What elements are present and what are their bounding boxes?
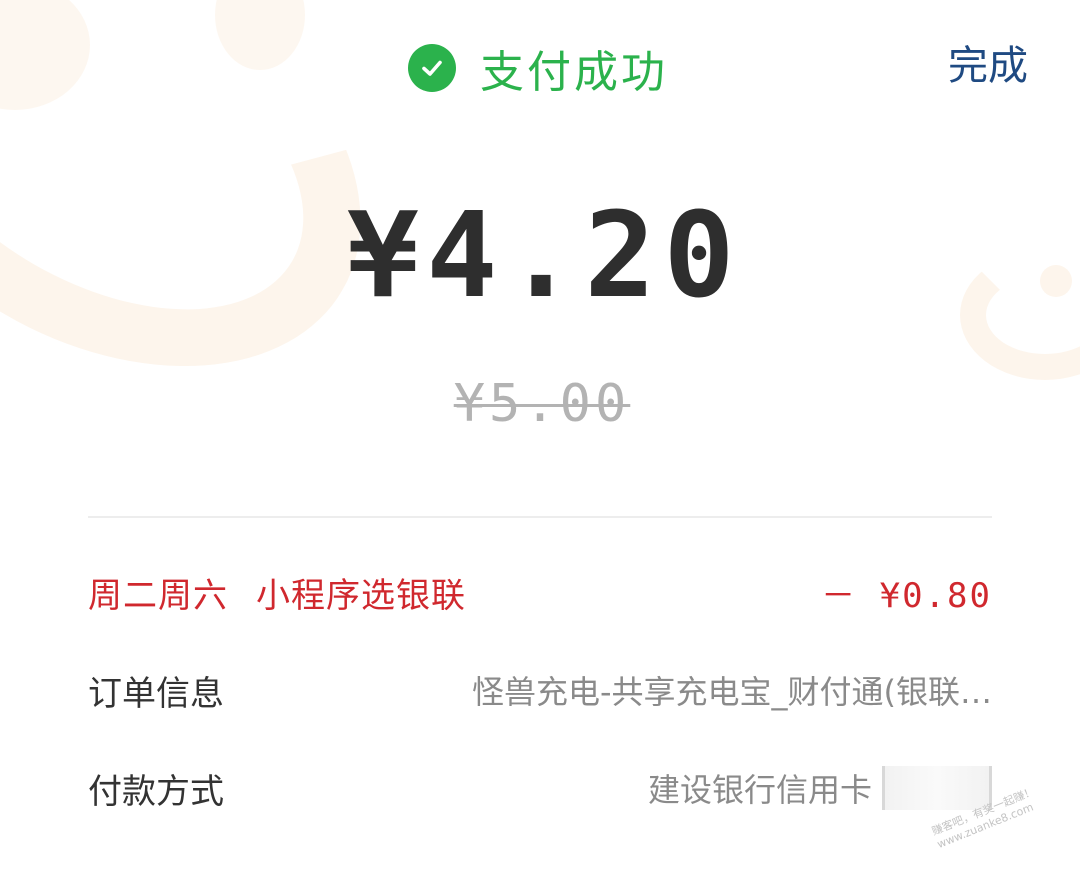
divider bbox=[88, 516, 992, 518]
status-title: 支付成功 bbox=[480, 47, 668, 98]
payment-status: 支付成功 bbox=[408, 40, 668, 98]
promotion-name: 小程序选银联 bbox=[256, 575, 466, 616]
promotion-days: 周二周六 bbox=[88, 575, 228, 616]
background-blob-decoration bbox=[215, 0, 305, 70]
payment-success-screen: 支付成功 完成 ¥4.20 ¥5.00 周二周六 小程序选银联 － ¥0.80 订… bbox=[0, 0, 1080, 891]
original-amount: ¥5.00 bbox=[453, 374, 631, 434]
order-info-label: 订单信息 bbox=[88, 673, 224, 714]
promotion-discount: － ¥0.80 bbox=[821, 575, 992, 616]
paid-amount: ¥4.20 bbox=[347, 186, 743, 324]
done-button[interactable]: 完成 bbox=[948, 38, 1028, 94]
payment-method-label: 付款方式 bbox=[88, 771, 224, 812]
check-circle-icon bbox=[408, 44, 456, 92]
order-info-value: 怪兽充电-共享充电宝_财付通(银联… bbox=[471, 673, 992, 711]
payment-method-value: 建设银行信用卡 bbox=[647, 771, 872, 809]
payment-method-value-group: 建设银行信用卡 bbox=[648, 765, 992, 811]
order-info-row[interactable]: 订单信息 怪兽充电-共享充电宝_财付通(银联… bbox=[88, 660, 992, 720]
card-number-mask bbox=[882, 766, 992, 810]
payment-method-row[interactable]: 付款方式 建设银行信用卡 bbox=[88, 758, 992, 818]
promotion-label: 周二周六 小程序选银联 bbox=[88, 568, 466, 617]
promotion-row: 周二周六 小程序选银联 － ¥0.80 bbox=[88, 562, 992, 622]
background-blob-decoration bbox=[0, 0, 90, 110]
